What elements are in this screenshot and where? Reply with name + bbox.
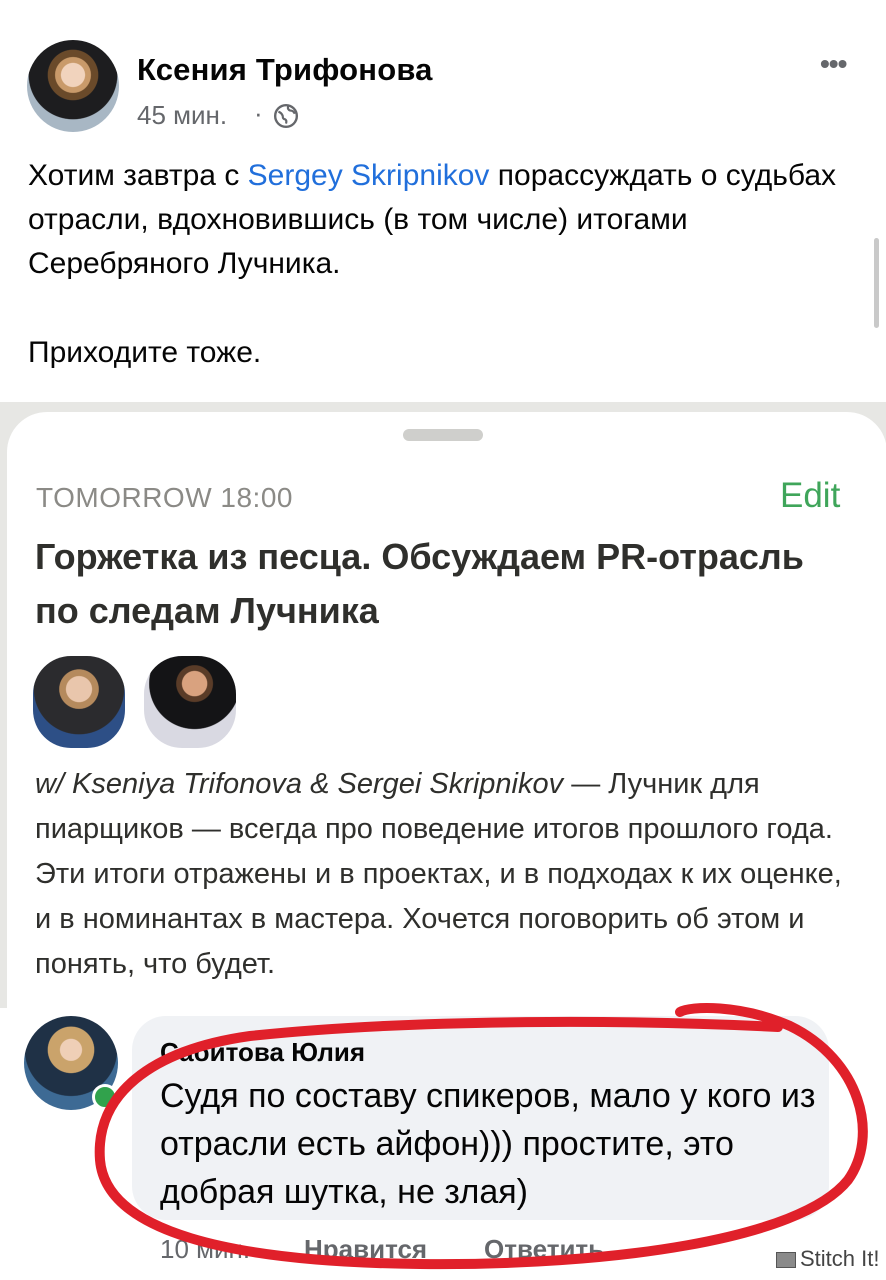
watermark: Stitch It! [776, 1246, 879, 1272]
event-hosts: w/ Kseniya Trifonova & Sergei Skripnikov [35, 768, 564, 800]
sheet-grabber-handle [403, 429, 483, 441]
author-avatar[interactable] [27, 40, 119, 132]
post-text-before: Хотим завтра с [28, 159, 248, 192]
scrollbar[interactable] [874, 238, 879, 328]
stitch-app-icon [776, 1252, 796, 1269]
separator-dot: · [254, 98, 263, 128]
globe-icon [273, 103, 299, 129]
post-call-to-action: Приходите тоже. [28, 336, 262, 369]
comment-timestamp[interactable]: 10 мин. [160, 1234, 250, 1265]
event-title: Горжетка из песца. Обсуждаем PR-отрасль … [35, 536, 804, 631]
reply-button[interactable]: Ответить [484, 1234, 604, 1265]
post-timestamp[interactable]: 45 мин. [137, 100, 227, 131]
post-author-name[interactable]: Ксения Трифонова [137, 52, 433, 88]
event-datetime: TOMORROW 18:00 [36, 482, 293, 513]
watermark-text: Stitch It! [800, 1246, 880, 1271]
comment-text: Судя по составу спикеров, мало у кого из… [160, 1077, 816, 1211]
speaker-avatar-2[interactable] [144, 656, 236, 748]
online-status-badge [92, 1084, 118, 1110]
more-dots-icon[interactable]: ••• [820, 48, 847, 80]
edit-button[interactable]: Edit [780, 476, 840, 516]
post-body: Хотим завтра с Sergey Skripnikov порассу… [28, 154, 848, 286]
event-description: w/ Kseniya Trifonova & Sergei Skripnikov… [35, 762, 855, 987]
like-button[interactable]: Нравится [304, 1234, 427, 1265]
mention-link[interactable]: Sergey Skripnikov [248, 159, 490, 192]
speaker-avatar-1[interactable] [33, 656, 125, 748]
comment-author-name[interactable]: Сабитова Юлия [160, 1037, 365, 1068]
